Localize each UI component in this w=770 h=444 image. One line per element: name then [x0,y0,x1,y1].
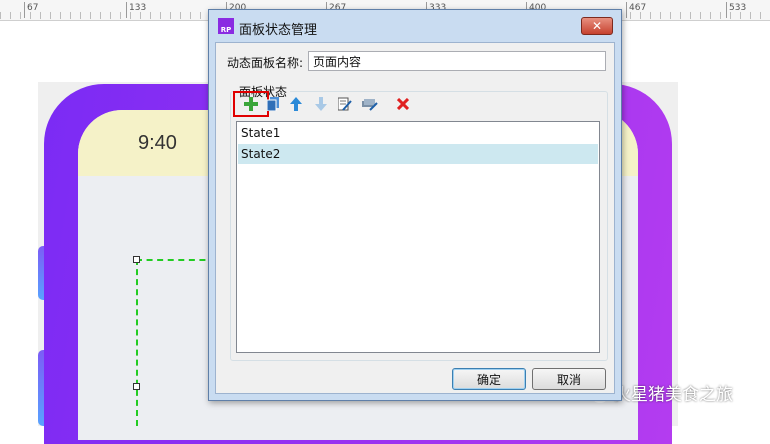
selection-outline-left [136,259,138,426]
duplicate-state-button[interactable] [264,95,282,113]
close-button[interactable]: ✕ [581,17,613,35]
ok-button[interactable]: 确定 [452,368,526,390]
edit-state-button[interactable] [336,95,354,113]
watermark-text: 火星猪美食之旅 [614,385,733,405]
ruler-label: 533 [729,3,747,13]
edit-icon [338,97,352,111]
dialog-titlebar[interactable]: RP 面板状态管理 ✕ [209,10,621,42]
axure-app-icon: RP [218,18,234,34]
state-list-item[interactable]: State1 [238,123,598,143]
move-up-icon [290,97,302,111]
edit-all-states-button[interactable] [361,95,379,113]
duplicate-icon [267,97,279,111]
add-icon [244,97,258,111]
resize-handle[interactable] [133,256,140,263]
ruler-tick [726,2,727,18]
cancel-button[interactable]: 取消 [532,368,606,390]
panel-state-manager-dialog: RP 面板状态管理 ✕ 动态面板名称: 面板状态 [208,9,622,401]
dialog-body: 动态面板名称: 面板状态 [215,42,615,394]
move-down-icon [315,97,327,111]
ruler-tick [126,2,127,18]
add-state-button[interactable] [242,95,260,113]
edit-all-icon [362,99,378,111]
move-up-button[interactable] [287,95,305,113]
panel-name-label: 动态面板名称: [227,56,304,70]
panel-name-input[interactable] [308,51,606,71]
ruler-tick [24,2,25,18]
delete-icon [397,98,409,110]
state-list[interactable]: State1 State2 [236,121,600,353]
selection-outline-top [136,259,216,261]
ruler-label: 67 [27,3,39,13]
resize-handle[interactable] [133,383,140,390]
delete-state-button[interactable] [394,95,412,113]
move-down-button[interactable] [312,95,330,113]
state-list-item-selected[interactable]: State2 [238,144,598,164]
ruler-tick [626,2,627,18]
ruler-label: 467 [629,3,647,13]
ruler-label: 133 [129,3,147,13]
status-time: 9:40 [138,132,177,154]
dialog-title: 面板状态管理 [239,23,318,38]
